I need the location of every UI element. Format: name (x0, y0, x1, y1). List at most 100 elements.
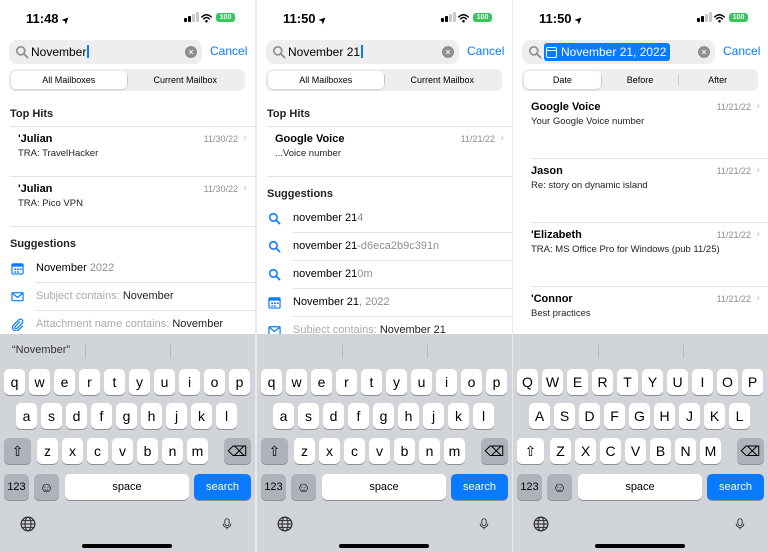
key-q[interactable]: q (4, 369, 25, 395)
cancel-button[interactable]: Cancel (467, 44, 504, 58)
shift-key[interactable]: ⇧ (517, 438, 544, 464)
key-s[interactable]: s (41, 403, 62, 429)
key-u[interactable]: u (154, 369, 175, 395)
key-x[interactable]: x (62, 438, 83, 464)
key-m[interactable]: M (700, 438, 721, 464)
key-h[interactable]: H (654, 403, 675, 429)
message-row[interactable]: Jason Re: story on dynamic island 11/21/22… (513, 160, 768, 222)
space-key[interactable]: space (322, 474, 446, 500)
key-x[interactable]: X (575, 438, 596, 464)
suggestion-row[interactable]: november 214 (257, 204, 512, 232)
key-v[interactable]: V (625, 438, 646, 464)
quicktype-suggestion[interactable]: “November” (12, 344, 70, 356)
key-t[interactable]: t (104, 369, 125, 395)
cancel-button[interactable]: Cancel (210, 44, 247, 58)
key-h[interactable]: h (398, 403, 419, 429)
globe-icon[interactable] (533, 516, 549, 532)
key-x[interactable]: x (319, 438, 340, 464)
search-key[interactable]: search (451, 474, 508, 500)
segment-current-mailbox[interactable]: Current Mailbox (385, 71, 501, 89)
segment-all-mailboxes[interactable]: All Mailboxes (268, 71, 384, 89)
key-k[interactable]: k (191, 403, 212, 429)
key-p[interactable]: p (486, 369, 507, 395)
key-j[interactable]: J (679, 403, 700, 429)
key-n[interactable]: N (675, 438, 696, 464)
key-k[interactable]: k (448, 403, 469, 429)
key-j[interactable]: j (166, 403, 187, 429)
key-s[interactable]: S (554, 403, 575, 429)
key-g[interactable]: g (116, 403, 137, 429)
key-b[interactable]: b (394, 438, 415, 464)
key-u[interactable]: U (667, 369, 688, 395)
top-hit-row[interactable]: Google Voice ...Voice number 11/21/22 › (257, 128, 512, 178)
key-u[interactable]: u (411, 369, 432, 395)
space-key[interactable]: space (578, 474, 702, 500)
key-l[interactable]: l (473, 403, 494, 429)
globe-icon[interactable] (20, 516, 36, 532)
key-p[interactable]: p (229, 369, 250, 395)
delete-key[interactable]: ⌫ (224, 438, 251, 464)
microphone-icon[interactable] (221, 515, 233, 533)
key-b[interactable]: b (137, 438, 158, 464)
suggestion-row[interactable]: November 21, 2022 (257, 288, 512, 316)
key-o[interactable]: o (204, 369, 225, 395)
key-z[interactable]: z (37, 438, 58, 464)
search-field[interactable]: November 21, 2022 × (522, 40, 715, 64)
key-e[interactable]: E (567, 369, 588, 395)
message-row[interactable]: 'Elizabeth TRA: MS Office Pro for Windows… (513, 224, 768, 286)
clear-icon[interactable]: × (185, 46, 197, 58)
key-f[interactable]: F (604, 403, 625, 429)
microphone-icon[interactable] (478, 515, 490, 533)
key-m[interactable]: m (187, 438, 208, 464)
key-e[interactable]: e (311, 369, 332, 395)
key-o[interactable]: O (717, 369, 738, 395)
key-h[interactable]: h (141, 403, 162, 429)
key-o[interactable]: o (461, 369, 482, 395)
key-l[interactable]: L (729, 403, 750, 429)
key-y[interactable]: Y (642, 369, 663, 395)
key-y[interactable]: y (129, 369, 150, 395)
key-j[interactable]: j (423, 403, 444, 429)
delete-key[interactable]: ⌫ (481, 438, 508, 464)
key-c[interactable]: c (344, 438, 365, 464)
key-r[interactable]: r (336, 369, 357, 395)
key-m[interactable]: m (444, 438, 465, 464)
key-t[interactable]: T (617, 369, 638, 395)
segment-all-mailboxes[interactable]: All Mailboxes (11, 71, 127, 89)
key-v[interactable]: v (112, 438, 133, 464)
microphone-icon[interactable] (734, 515, 746, 533)
key-w[interactable]: W (542, 369, 563, 395)
top-hit-row[interactable]: 'Julian TRA: Pico VPN 11/30/22 › (0, 178, 255, 228)
clear-icon[interactable]: × (698, 46, 710, 58)
numbers-key[interactable]: 123 (4, 474, 29, 500)
key-b[interactable]: B (650, 438, 671, 464)
space-key[interactable]: space (65, 474, 189, 500)
key-k[interactable]: K (704, 403, 725, 429)
emoji-key[interactable]: ☺ (291, 474, 316, 500)
key-z[interactable]: Z (550, 438, 571, 464)
suggestion-row[interactable]: november 21-d6eca2b9c391n (257, 232, 512, 260)
segment-date[interactable]: Date (524, 71, 601, 89)
clear-icon[interactable]: × (442, 46, 454, 58)
globe-icon[interactable] (277, 516, 293, 532)
key-q[interactable]: q (261, 369, 282, 395)
key-a[interactable]: a (273, 403, 294, 429)
key-l[interactable]: l (216, 403, 237, 429)
search-key[interactable]: search (194, 474, 251, 500)
shift-key[interactable]: ⇧ (4, 438, 31, 464)
suggestion-row[interactable]: Subject contains: November (0, 282, 255, 310)
key-i[interactable]: I (692, 369, 713, 395)
key-c[interactable]: c (87, 438, 108, 464)
top-hit-row[interactable]: 'Julian TRA: TravelHacker 11/30/22 › (0, 128, 255, 178)
suggestion-row[interactable]: november 210m (257, 260, 512, 288)
key-i[interactable]: i (436, 369, 457, 395)
key-r[interactable]: r (79, 369, 100, 395)
key-f[interactable]: f (348, 403, 369, 429)
key-d[interactable]: d (323, 403, 344, 429)
numbers-key[interactable]: 123 (261, 474, 286, 500)
emoji-key[interactable]: ☺ (547, 474, 572, 500)
cancel-button[interactable]: Cancel (723, 44, 760, 58)
key-r[interactable]: R (592, 369, 613, 395)
key-a[interactable]: a (16, 403, 37, 429)
key-f[interactable]: f (91, 403, 112, 429)
